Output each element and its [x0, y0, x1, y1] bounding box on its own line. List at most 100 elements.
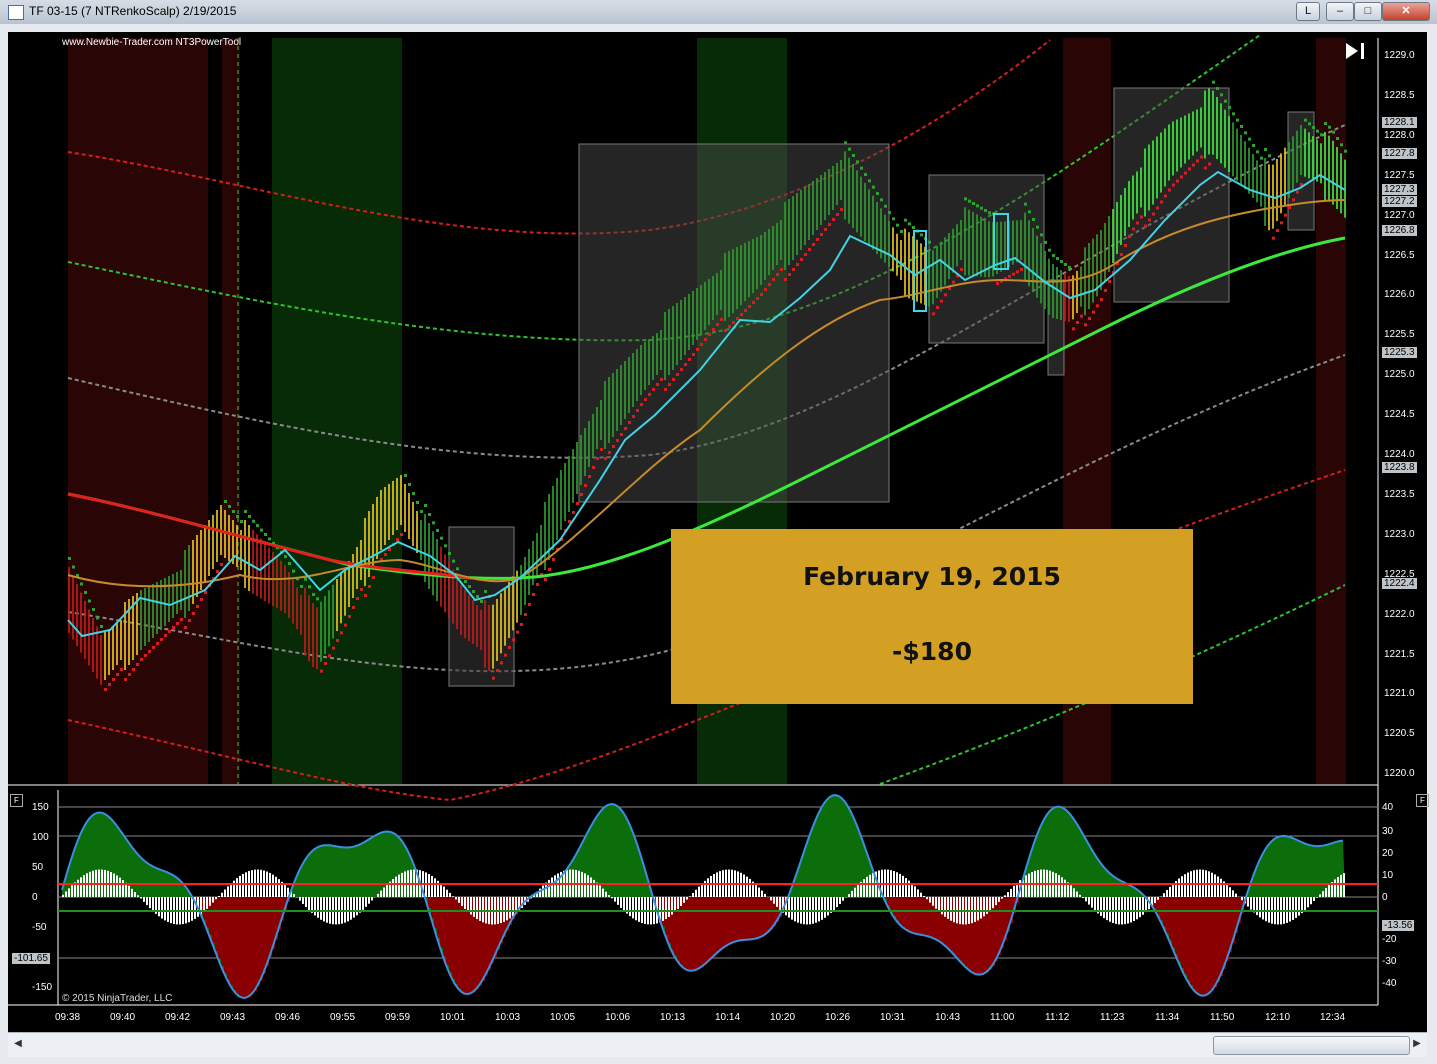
panel-f-badge-right[interactable]: F: [1416, 794, 1429, 807]
renko-bar: [940, 241, 942, 292]
stop-dot: [1176, 179, 1179, 183]
stop-dot: [640, 403, 643, 406]
scroll-to-end-icon[interactable]: [1344, 41, 1368, 61]
osc-neg-area: [449, 897, 452, 973]
osc-histogram-bar: [926, 897, 928, 900]
stop-dot: [1064, 263, 1067, 266]
renko-bar: [1016, 220, 1018, 263]
renko-bar: [556, 478, 558, 540]
osc-histogram-bar: [770, 897, 772, 901]
stop-dot: [252, 519, 255, 523]
renko-bar: [552, 486, 554, 550]
osc-histogram-bar: [503, 897, 505, 922]
osc-histogram-bar: [848, 894, 850, 897]
osc-neg-area: [767, 897, 770, 933]
osc-histogram-bar: [794, 897, 796, 922]
stop-dot: [308, 585, 311, 589]
osc-histogram-bar: [134, 892, 136, 897]
renko-bar: [360, 540, 362, 580]
renko-bar: [944, 237, 946, 286]
renko-bar: [652, 336, 654, 380]
scroll-left-arrow-icon[interactable]: ◀: [10, 1036, 26, 1052]
osc-histogram-bar: [1229, 887, 1231, 897]
osc-histogram-bar: [1178, 878, 1180, 897]
osc-neg-area: [740, 897, 743, 941]
session-shade-red: [68, 38, 208, 784]
renko-bar: [84, 601, 86, 659]
osc-neg-area: [896, 897, 899, 921]
stop-dot: [288, 562, 291, 565]
time-axis-label: 10:20: [770, 1012, 796, 1023]
stop-dot: [1328, 125, 1331, 129]
renko-bar: [900, 240, 902, 280]
osc-histogram-bar: [635, 897, 637, 921]
renko-bar: [1164, 128, 1166, 187]
stop-dot: [1024, 202, 1027, 206]
osc-neg-area: [722, 897, 725, 949]
osc-neg-area: [434, 897, 437, 929]
osc-histogram-bar: [1289, 897, 1291, 922]
renko-bar: [408, 493, 410, 539]
scroll-thumb[interactable]: [1213, 1036, 1410, 1055]
stop-dot: [364, 594, 367, 597]
price-tag: 1222.4: [1382, 578, 1417, 589]
renko-bar: [828, 169, 830, 215]
renko-bar: [420, 520, 422, 560]
osc-histogram-bar: [1091, 897, 1093, 908]
time-axis-label: 09:42: [165, 1012, 191, 1023]
stop-dot: [852, 154, 855, 157]
renko-bar: [80, 592, 82, 653]
stop-dot: [928, 240, 931, 244]
renko-bar: [568, 456, 570, 512]
osc-histogram-bar: [1235, 893, 1237, 897]
osc-histogram-bar: [1316, 897, 1318, 898]
osc-histogram-bar: [1172, 883, 1174, 897]
renko-bar: [244, 520, 246, 588]
renko-bar: [212, 515, 214, 569]
renko-bar: [1284, 147, 1286, 206]
renko-bar: [1180, 117, 1182, 168]
osc-neg-area: [746, 897, 749, 940]
stop-dot: [140, 658, 143, 661]
renko-bar: [1312, 136, 1314, 180]
osc-neg-area: [1184, 897, 1187, 975]
horizontal-scrollbar[interactable]: ◀ ▶: [8, 1032, 1427, 1057]
osc-histogram-bar: [377, 893, 379, 897]
renko-bar: [496, 599, 498, 661]
osc-histogram-bar: [227, 886, 229, 897]
stop-dot: [960, 268, 963, 271]
price-tag: 1227.3: [1382, 184, 1417, 195]
osc-histogram-bar: [1163, 893, 1165, 897]
renko-bar: [1056, 267, 1058, 319]
renko-bar: [1044, 251, 1046, 309]
osc-histogram-bar: [458, 897, 460, 903]
renko-bar: [572, 449, 574, 503]
renko-bar: [748, 241, 750, 297]
osc-histogram-bar: [152, 897, 154, 912]
stop-dot: [848, 147, 851, 151]
stop-dot: [1256, 150, 1259, 154]
osc-histogram-bar: [272, 874, 274, 897]
osc-histogram-bar: [482, 897, 484, 923]
renko-bar: [316, 607, 318, 670]
stop-dot: [104, 688, 107, 691]
stop-dot: [592, 466, 595, 469]
renko-bar: [812, 181, 814, 235]
time-axis-label: 09:55: [330, 1012, 356, 1023]
renko-bar: [752, 239, 754, 293]
stop-dot: [1252, 144, 1255, 147]
stop-dot: [1312, 126, 1315, 129]
osc-histogram-bar: [632, 897, 634, 919]
osc-histogram-bar: [992, 897, 994, 909]
osc-histogram-bar: [239, 875, 241, 897]
renko-bar: [88, 609, 90, 666]
osc-histogram-bar: [599, 885, 601, 897]
stop-dot: [112, 678, 115, 681]
osc-histogram-bar: [476, 897, 478, 920]
scroll-right-arrow-icon[interactable]: ▶: [1409, 1036, 1425, 1052]
osc-histogram-bar: [1088, 897, 1090, 905]
stop-dot: [328, 654, 331, 658]
panel-f-badge-left[interactable]: F: [10, 794, 23, 807]
stop-dot: [740, 313, 743, 316]
renko-bar: [480, 610, 482, 650]
